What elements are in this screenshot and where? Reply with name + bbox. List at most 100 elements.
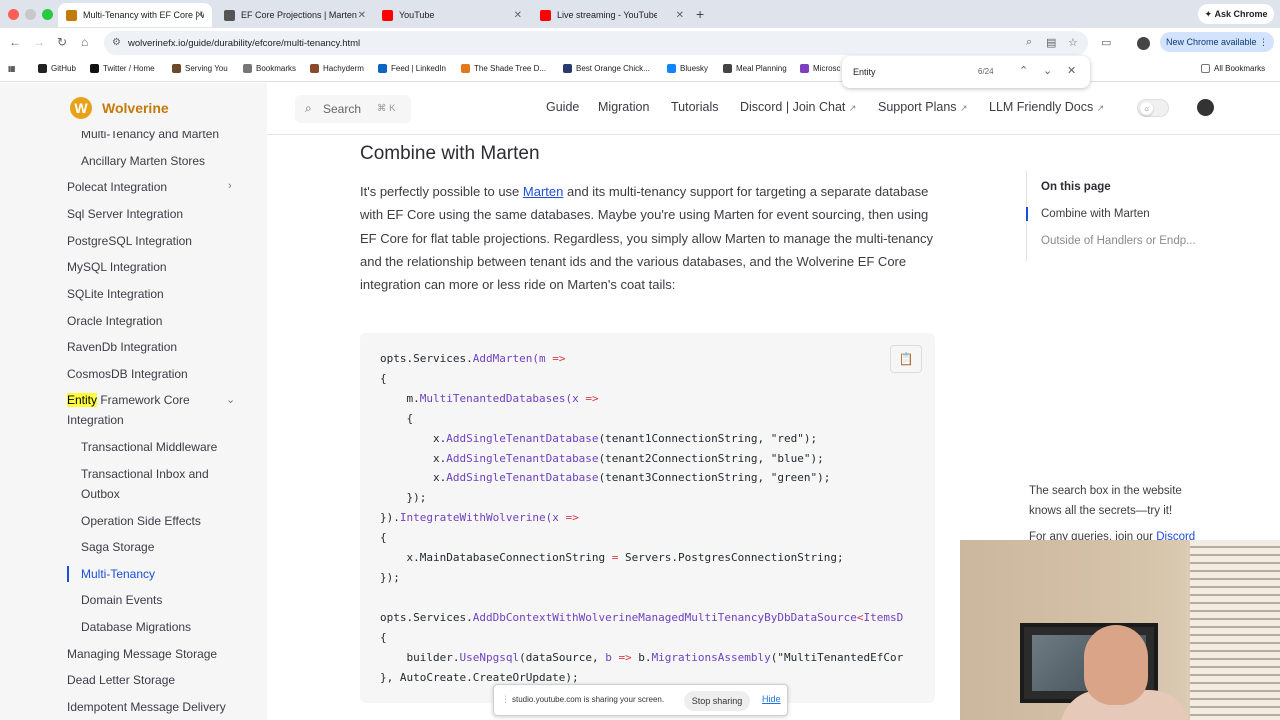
sidebar-item-oracle[interactable]: Oracle Integration (67, 311, 162, 331)
browser-tab[interactable]: EF Core Projections | Marten ✕ (216, 3, 374, 27)
bookmark-meal-planning[interactable]: Meal Planning (723, 64, 787, 73)
sidebar-item-label: Framework Core (97, 393, 190, 407)
sidebar-item-transactional-middleware[interactable]: Transactional Middleware (81, 437, 217, 457)
nav-migration[interactable]: Migration (598, 100, 649, 114)
close-tab-icon[interactable]: ✕ (196, 10, 204, 21)
sidebar-item-inbox-outbox[interactable]: Transactional Inbox and (81, 464, 209, 484)
sidebar-item-sqlite[interactable]: SQLite Integration (67, 284, 164, 304)
sidebar-item-ravendb[interactable]: RavenDb Integration (67, 337, 177, 357)
nav-label: Support Plans (878, 100, 957, 114)
bookmark-bluesky[interactable]: Bluesky (667, 64, 708, 73)
close-tab-icon[interactable]: ✕ (514, 10, 522, 21)
chevron-down-icon[interactable]: ⌄ (226, 393, 235, 406)
sidebar-item-sqlserver[interactable]: Sql Server Integration (67, 204, 183, 224)
bookmark-bookmarks[interactable]: Bookmarks (243, 64, 296, 73)
sidebar-item-efcore[interactable]: Entity Framework Core (67, 390, 190, 410)
sidebar-item-multi-tenancy[interactable]: Multi-Tenancy (81, 564, 155, 584)
active-indicator (67, 566, 69, 582)
browser-tab[interactable]: YouTube ✕ (374, 3, 530, 27)
wolverine-logo-icon[interactable]: W (70, 97, 92, 119)
github-icon[interactable] (1197, 99, 1214, 116)
sidebar-item-domain-events[interactable]: Domain Events (81, 590, 162, 610)
find-next-icon[interactable]: ⌄ (1043, 64, 1052, 77)
bookmark-label: Feed | LinkedIn (391, 64, 447, 73)
address-bar[interactable]: ⚙ wolverinefx.io/guide/durability/efcore… (104, 31, 1088, 55)
forward-icon[interactable]: → (33, 35, 45, 49)
reload-icon[interactable]: ↻ (57, 35, 67, 49)
sidebar-item-postgresql[interactable]: PostgreSQL Integration (67, 231, 192, 251)
browser-tab-bar: Multi-Tenancy with EF Core | Wolv ✕ EF C… (0, 0, 1280, 28)
nav-support-plans[interactable]: Support Plans ↗ (878, 100, 968, 114)
find-match-count: 6/24 (978, 67, 994, 76)
find-close-icon[interactable]: ✕ (1067, 64, 1076, 77)
hide-button[interactable]: Hide (762, 694, 781, 704)
page-icon[interactable]: ▤ (1046, 36, 1056, 49)
tab-search-icon[interactable]: ▭ (1101, 36, 1111, 49)
sidebar-item-saga-storage[interactable]: Saga Storage (81, 537, 154, 557)
new-tab-icon[interactable]: + (696, 6, 704, 22)
close-tab-icon[interactable]: ✕ (676, 10, 684, 21)
code-text: opts.Services.AddMarten(m => { m.MultiTe… (380, 352, 904, 684)
maximize-window-button[interactable] (42, 9, 53, 20)
sidebar-item-message-storage[interactable]: Managing Message Storage (67, 644, 217, 664)
sidebar-item-side-effects[interactable]: Operation Side Effects (81, 511, 201, 531)
sidebar-item-idempotent[interactable]: Idempotent Message Delivery (67, 697, 226, 717)
bookmark-twitter[interactable]: Twitter / Home (90, 64, 155, 73)
site-info-icon[interactable]: ⚙ (112, 37, 121, 48)
screen-share-bar: ⋮ studio.youtube.com is sharing your scr… (493, 684, 788, 716)
bookmark-shade-tree[interactable]: The Shade Tree D... (461, 64, 546, 73)
nav-tutorials[interactable]: Tutorials (671, 100, 718, 114)
bookmark-label: Twitter / Home (103, 64, 155, 73)
bookmark-orange-chicken[interactable]: Best Orange Chick... (563, 64, 650, 73)
bookmark-star-icon[interactable]: ☆ (1068, 36, 1078, 49)
browser-tab-active[interactable]: Multi-Tenancy with EF Core | Wolv ✕ (58, 3, 212, 27)
bookmark-label: The Shade Tree D... (474, 64, 547, 73)
nav-guide[interactable]: Guide (546, 100, 579, 114)
sidebar-item-mysql[interactable]: MySQL Integration (67, 257, 167, 277)
sidebar-item-polecat[interactable]: Polecat Integration (67, 177, 167, 197)
nav-llm-docs[interactable]: LLM Friendly Docs ↗ (989, 100, 1104, 114)
toc-active-indicator (1026, 207, 1028, 221)
drag-handle-icon[interactable]: ⋮ (501, 694, 510, 705)
profile-avatar[interactable] (1137, 37, 1150, 50)
bookmark-linkedin[interactable]: Feed | LinkedIn (378, 64, 446, 73)
new-chrome-available-button[interactable]: New Chrome available ⋮ (1160, 32, 1274, 52)
search-button[interactable]: ⌕ Search ⌘ K (295, 95, 411, 123)
close-window-button[interactable] (8, 9, 19, 20)
marten-link[interactable]: Marten (523, 184, 563, 199)
sidebar-item-dead-letter[interactable]: Dead Letter Storage (67, 670, 175, 690)
nav-discord[interactable]: Discord | Join Chat ↗ (740, 100, 856, 114)
sidebar-item-cosmosdb[interactable]: CosmosDB Integration (67, 364, 188, 384)
bookmark-serving-you[interactable]: Serving You (172, 64, 228, 73)
zoom-icon[interactable]: ⌕ (1026, 36, 1032, 49)
bookmark-hachyderm[interactable]: Hachyderm (310, 64, 364, 73)
find-previous-icon[interactable]: ⌃ (1019, 64, 1028, 77)
close-tab-icon[interactable]: ✕ (358, 10, 366, 21)
toc-item-outside-handlers[interactable]: Outside of Handlers or Endp... (1041, 235, 1196, 247)
all-bookmarks[interactable]: All Bookmarks (1201, 64, 1265, 73)
apps-icon[interactable]: ▦ (8, 64, 16, 73)
browser-tab[interactable]: Live streaming - YouTube Stu... ✕ (532, 3, 692, 27)
sidebar-item-multi-tenancy-marten[interactable]: Multi-Tenancy and Marten (81, 131, 219, 144)
theme-toggle[interactable]: ☼ (1137, 99, 1169, 117)
site-brand[interactable]: Wolverine (102, 100, 169, 116)
back-icon[interactable]: ← (9, 35, 21, 49)
chevron-right-icon[interactable]: › (228, 180, 232, 192)
bookmark-microsoft[interactable]: Microsc (800, 64, 841, 73)
youtube-favicon-icon (540, 9, 551, 21)
ask-chrome-button[interactable]: ✦ Ask Chrome (1198, 4, 1274, 24)
sidebar-item-ancillary-marten[interactable]: Ancillary Marten Stores (81, 151, 205, 171)
tip-text: The search box in the website knows all … (1029, 485, 1182, 517)
toc-item-combine[interactable]: Combine with Marten (1041, 208, 1150, 220)
browser-toolbar: ← → ↻ ⌂ ⚙ wolverinefx.io/guide/durabilit… (0, 28, 1280, 58)
bookmark-github[interactable]: GitHub (38, 64, 76, 73)
share-text: studio.youtube.com is sharing your scree… (512, 695, 665, 704)
home-icon[interactable]: ⌂ (81, 35, 88, 49)
marten-favicon-icon (224, 9, 235, 21)
bookmark-label: Best Orange Chick... (576, 64, 650, 73)
find-input[interactable]: Entity (853, 67, 876, 77)
minimize-window-button[interactable] (25, 9, 36, 20)
copy-code-button[interactable]: 📋 (890, 345, 922, 373)
stop-sharing-button[interactable]: Stop sharing (684, 691, 750, 711)
sidebar-item-database-migrations[interactable]: Database Migrations (81, 617, 191, 637)
